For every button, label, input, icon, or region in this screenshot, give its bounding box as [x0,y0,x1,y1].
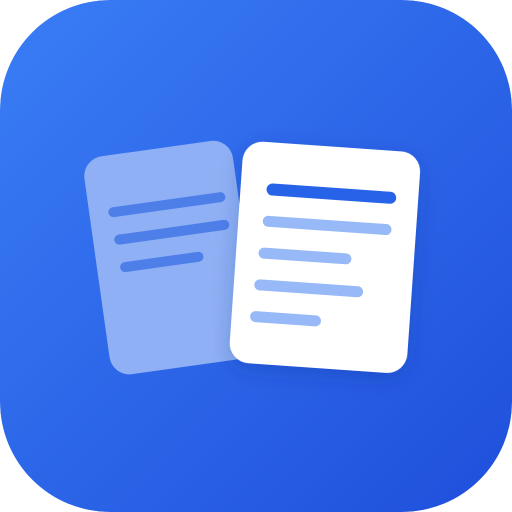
documents-app-icon[interactable] [0,0,512,512]
front-page-line-2 [258,247,352,265]
front-page-line-4 [250,311,321,327]
front-page-title-line [266,183,397,204]
front-page-line-3 [254,279,364,298]
documents-icon-graphic [0,0,512,512]
